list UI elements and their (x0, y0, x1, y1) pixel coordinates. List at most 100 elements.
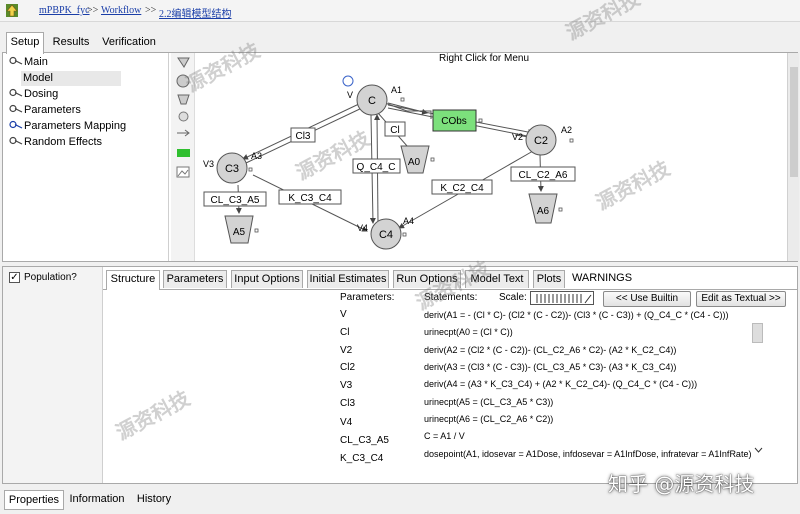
subtab-structure[interactable]: Structure (106, 270, 160, 290)
compartment-c3[interactable]: C3 A3 V3 (203, 151, 262, 184)
scale-label: Scale: (499, 292, 527, 303)
flow-cl[interactable]: Cl (384, 121, 406, 137)
parameter-item[interactable]: V (340, 309, 347, 320)
observation-cobs[interactable]: CObs (432, 109, 477, 132)
image-icon[interactable] (176, 166, 190, 178)
statement-line[interactable]: C = A1 / V (424, 431, 465, 441)
elimination-icon[interactable] (177, 93, 190, 105)
node-label: V (347, 90, 353, 100)
tree-item-dosing[interactable]: Dosing (9, 87, 58, 102)
edit-as-textual-button[interactable]: Edit as Textual >> (696, 291, 786, 307)
statement-line[interactable]: urinecpt(A0 = (Cl * C)) (424, 327, 513, 337)
node-label: A1 (391, 85, 402, 95)
link-icon (9, 104, 23, 113)
node-label: V4 (357, 223, 368, 233)
parameter-item[interactable]: CL_C3_A5 (340, 435, 389, 446)
statement-line[interactable]: deriv(A1 = - (Cl * C)- (Cl2 * (C - C2))-… (424, 310, 729, 320)
tab-setup[interactable]: Setup (6, 32, 44, 54)
model-diagram-canvas[interactable]: Right Click for Menu C A1 V C2 A2 V2 C3 … (195, 53, 787, 261)
funnel-icon[interactable] (177, 57, 190, 69)
small-compartment-icon[interactable] (178, 111, 189, 122)
flow-k-c2-c4[interactable]: K_C2_C4 (431, 179, 493, 195)
parameter-item[interactable]: Cl (340, 327, 349, 338)
node-label: C2 (534, 135, 548, 147)
parameter-item[interactable]: V3 (340, 380, 352, 391)
elimination-a0[interactable]: A0 (400, 145, 430, 174)
tree-item-parameters[interactable]: Parameters (9, 103, 81, 118)
elimination-a6[interactable]: A6 (528, 193, 558, 224)
compartment-c4[interactable]: C4 A4 V4 (357, 216, 414, 250)
population-checkbox[interactable]: ✓ (9, 272, 20, 283)
breadcrumb-item-step[interactable]: 2.2编辑模型结构 (159, 5, 232, 20)
node-label: CObs (441, 116, 467, 127)
breadcrumb-separator: >> (145, 5, 157, 16)
subtab-model-text[interactable]: Model Text (465, 270, 529, 288)
flow-label: Cl3 (295, 131, 310, 142)
subtab-divider (103, 289, 797, 290)
tree-item-label: Dosing (24, 88, 59, 100)
parameter-item[interactable]: V4 (340, 417, 352, 428)
node-label: C (368, 95, 376, 107)
shape-palette (171, 53, 195, 261)
flow-label: K_C2_C4 (440, 183, 484, 194)
compartment-icon[interactable] (176, 74, 190, 88)
flow-k-c3-c4[interactable]: K_C3_C4 (278, 189, 342, 205)
tree-item-label: Random Effects (24, 136, 103, 148)
canvas-scrollbar[interactable] (787, 53, 799, 261)
scale-slider[interactable] (530, 291, 594, 305)
parameter-item[interactable]: K_C3_C4 (340, 453, 383, 464)
node-label: C3 (225, 163, 239, 175)
statement-line[interactable]: urinecpt(A5 = (CL_C3_A5 * C3)) (424, 397, 553, 407)
flow-cl3[interactable]: Cl3 (290, 127, 316, 143)
subtab-run-options[interactable]: Run Options (393, 270, 461, 288)
statement-line[interactable]: dosepoint(A1, idosevar = A1Dose, infdose… (424, 449, 751, 459)
node-label: V3 (203, 159, 214, 169)
breadcrumb-item-workflow[interactable]: Workflow (101, 5, 141, 16)
chevron-down-icon[interactable] (754, 447, 763, 453)
subtab-initial-estimates[interactable]: Initial Estimates (307, 270, 389, 288)
tree-item-label: Model (23, 72, 53, 84)
statements-scrollbar[interactable] (752, 323, 763, 343)
diagram: C A1 V C2 A2 V2 C3 A3 V3 C4 A4 V4 A0 A5 … (203, 75, 576, 250)
scrollbar-thumb[interactable] (790, 67, 798, 177)
flow-label: K_C3_C4 (288, 193, 332, 204)
link-icon (9, 120, 23, 129)
arrow-icon[interactable] (176, 128, 191, 138)
parameter-item[interactable]: Cl3 (340, 398, 355, 409)
flow-q-c4-c[interactable]: Q_C4_C (352, 158, 401, 174)
parameter-item[interactable]: V2 (340, 345, 352, 356)
green-block-icon[interactable] (177, 149, 190, 157)
statements-list: deriv(A1 = - (Cl * C)- (Cl2 * (C - C2))-… (424, 307, 764, 467)
subtab-plots[interactable]: Plots (533, 270, 565, 288)
use-builtin-button[interactable]: << Use Builtin (603, 291, 691, 307)
flow-cl-c3-a5[interactable]: CL_C3_A5 (203, 191, 267, 207)
breadcrumb: mPBPK_fyc >> Workflow >> 2.2编辑模型结构 (0, 0, 800, 22)
elimination-a5[interactable]: A5 (224, 215, 254, 244)
node-label: A6 (537, 206, 550, 217)
tree-item-parameters-mapping[interactable]: Parameters Mapping (9, 119, 126, 134)
up-arrow-icon[interactable] (5, 3, 19, 18)
statement-line[interactable]: deriv(A4 = (A3 * K_C3_C4) + (A2 * K_C2_C… (424, 379, 697, 389)
breadcrumb-item-project[interactable]: mPBPK_fyc (39, 5, 90, 16)
population-box: ✓ Population? (3, 267, 103, 483)
compartment-c2[interactable]: C2 A2 V2 (512, 124, 572, 156)
tree-item-random-effects[interactable]: Random Effects (9, 135, 102, 150)
breadcrumb-separator: >> (87, 5, 99, 16)
subtab-input-options[interactable]: Input Options (231, 270, 303, 288)
subtab-parameters[interactable]: Parameters (163, 270, 227, 288)
node-label: A2 (561, 125, 572, 135)
tab-verification[interactable]: Verification (98, 33, 160, 53)
statement-line[interactable]: deriv(A3 = (Cl3 * (C - C3))- (CL_C3_A5 *… (424, 362, 676, 372)
tab-results[interactable]: Results (48, 33, 94, 53)
tab-information[interactable]: Information (68, 490, 126, 510)
statement-line[interactable]: urinecpt(A6 = (CL_C2_A6 * C2)) (424, 414, 553, 424)
tab-properties[interactable]: Properties (4, 490, 64, 510)
statement-line[interactable]: deriv(A2 = (Cl2 * (C - C2))- (CL_C2_A6 *… (424, 345, 676, 355)
flow-cl-c2-a6[interactable]: CL_C2_A6 (510, 166, 576, 182)
parameter-item[interactable]: Cl2 (340, 362, 355, 373)
tree-item-model[interactable]: Model (21, 71, 121, 86)
subtab-warnings[interactable]: WARNINGS (569, 270, 635, 288)
tab-history[interactable]: History (130, 490, 178, 510)
tree-item-main[interactable]: Main (9, 55, 48, 70)
flow-label: Q_C4_C (357, 162, 396, 173)
